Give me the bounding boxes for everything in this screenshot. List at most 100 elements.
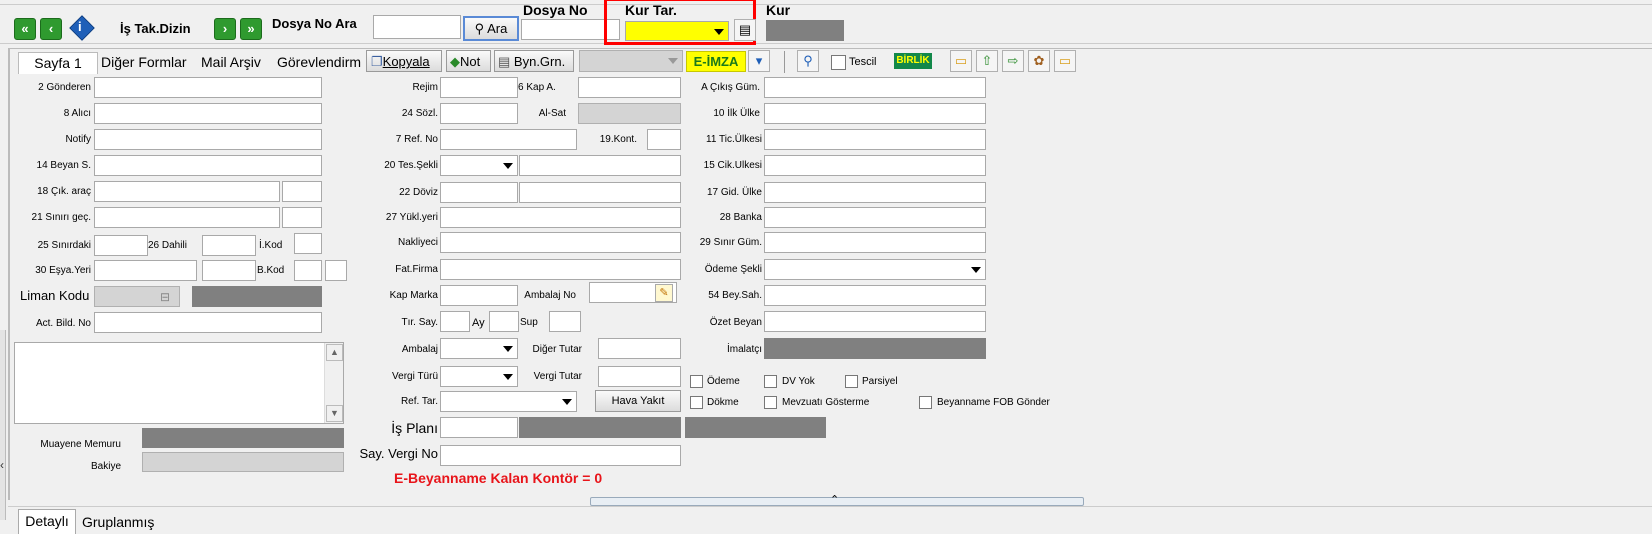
- dv-yok-checkbox[interactable]: [764, 375, 777, 388]
- left-scrollbar[interactable]: [0, 330, 6, 520]
- ref-no-field[interactable]: [440, 129, 577, 150]
- chevron-up-icon[interactable]: ⌃: [830, 494, 839, 506]
- ilk-ulke-field[interactable]: [764, 103, 986, 124]
- rejim-field[interactable]: [440, 77, 518, 98]
- beyanname-fob-gonder-checkbox[interactable]: [919, 396, 932, 409]
- cik-arac-code-field[interactable]: [282, 181, 322, 202]
- folder-export-icon[interactable]: ⇨: [1002, 50, 1024, 72]
- notes-textarea[interactable]: [14, 342, 344, 424]
- hava-yakit-button[interactable]: Hava Yakıt: [595, 390, 681, 412]
- liman-kodu-spinner-icon[interactable]: ⊟: [160, 290, 176, 304]
- tic-ulkesi-field[interactable]: [764, 129, 986, 150]
- scroll-down-icon[interactable]: ▼: [326, 405, 343, 422]
- prev-record-icon[interactable]: ‹: [40, 18, 62, 40]
- parsiyel-checkbox[interactable]: [845, 375, 858, 388]
- calendar-icon[interactable]: ▤: [734, 19, 756, 41]
- yukl-yeri-field[interactable]: [440, 207, 681, 228]
- tes-sekli-dropdown[interactable]: [440, 155, 518, 176]
- folder-open-icon[interactable]: ▭: [950, 50, 972, 72]
- first-record-icon[interactable]: «: [14, 18, 36, 40]
- odeme-checkbox[interactable]: [690, 375, 703, 388]
- vergi-tutar-field[interactable]: [598, 366, 681, 387]
- byn-grn-button[interactable]: ▤ Byn.Grn.: [494, 50, 574, 72]
- kont-field[interactable]: [647, 129, 681, 150]
- cikis-gum-field[interactable]: [764, 77, 986, 98]
- act-bild-no-field[interactable]: [94, 312, 322, 333]
- notes-scrollbar[interactable]: ▲ ▼: [324, 343, 343, 423]
- ay-field[interactable]: [489, 311, 519, 332]
- tab-mail-arsiv[interactable]: Mail Arşiv: [201, 54, 261, 70]
- tab-gruplanmis[interactable]: Gruplanmış: [82, 514, 154, 530]
- fat-firma-label: Fat.Firma: [395, 264, 438, 275]
- ozet-beyan-field[interactable]: [764, 311, 986, 332]
- tab-sayfa-1[interactable]: Sayfa 1: [18, 52, 98, 74]
- edit-pencil-icon[interactable]: ✎: [655, 284, 673, 302]
- beyan-s-field[interactable]: [94, 155, 322, 176]
- scroll-up-icon[interactable]: ▲: [326, 344, 343, 361]
- last-record-icon[interactable]: »: [240, 18, 262, 40]
- gid-ulke-label: 17 Gid. Ülke: [706, 187, 762, 198]
- tir-say-field[interactable]: [440, 311, 470, 332]
- dokme-checkbox[interactable]: [690, 396, 703, 409]
- tab-diger-formlar[interactable]: Diğer Formlar: [101, 54, 187, 70]
- tes-sekli-desc-field[interactable]: [519, 155, 681, 176]
- is-plani-field[interactable]: [440, 417, 518, 438]
- not-label: Not: [460, 54, 481, 69]
- sinir-gec-code-field[interactable]: [282, 207, 322, 228]
- form-type-dropdown[interactable]: [579, 50, 683, 72]
- usb-key-icon[interactable]: ▾: [748, 50, 770, 72]
- dahili-field[interactable]: [202, 235, 256, 256]
- fat-firma-field[interactable]: [440, 259, 681, 280]
- gonderen-field[interactable]: [94, 77, 322, 98]
- cik-arac-field[interactable]: [94, 181, 280, 202]
- preview-icon[interactable]: ⚲: [797, 50, 819, 72]
- sinirdaki-label: 25 Sınırdaki: [37, 240, 91, 251]
- say-vergi-no-field[interactable]: [440, 445, 681, 466]
- kopyala-button[interactable]: ❐Kopyala: [366, 50, 442, 72]
- kur-tar-dropdown[interactable]: [625, 21, 729, 41]
- muayene-memuru-label: Muayene Memuru: [40, 439, 121, 450]
- kap-marka-field[interactable]: [440, 285, 518, 306]
- not-button[interactable]: ◆Not: [446, 50, 491, 72]
- doviz-desc-field[interactable]: [519, 182, 681, 203]
- odeme-sekli-dropdown[interactable]: [764, 259, 986, 280]
- folder-settings-icon[interactable]: ✿: [1028, 50, 1050, 72]
- ref-tar-dropdown[interactable]: [440, 391, 577, 412]
- esya-yeri-code-field[interactable]: [202, 260, 256, 281]
- dosya-no-search-input[interactable]: [373, 15, 461, 39]
- e-imza-button[interactable]: E-İMZA: [686, 51, 746, 72]
- sinir-gec-field[interactable]: [94, 207, 280, 228]
- sup-field[interactable]: [549, 311, 581, 332]
- bey-sah-field[interactable]: [764, 285, 986, 306]
- folder-upload-icon[interactable]: ⇧: [976, 50, 998, 72]
- vergi-turu-dropdown[interactable]: [440, 366, 518, 387]
- birlik-logo[interactable]: BİRLİK: [894, 53, 932, 69]
- yukl-yeri-label: 27 Yükl.yeri: [385, 212, 438, 223]
- gid-ulke-field[interactable]: [764, 182, 986, 203]
- kap-a-field[interactable]: [578, 77, 681, 98]
- folder-icon[interactable]: ▭: [1054, 50, 1076, 72]
- sozl-field[interactable]: [440, 103, 518, 124]
- sinirdaki-field[interactable]: [94, 235, 148, 256]
- bkod-field[interactable]: [294, 260, 322, 281]
- cik-ulkesi-field[interactable]: [764, 155, 986, 176]
- ambalaj-dropdown[interactable]: [440, 338, 518, 359]
- ikod-field[interactable]: [294, 233, 322, 254]
- mevzuati-gosterme-checkbox[interactable]: [764, 396, 777, 409]
- notify-field[interactable]: [94, 129, 322, 150]
- nakliyeci-field[interactable]: [440, 232, 681, 253]
- ozet-beyan-label: Özet Beyan: [709, 317, 762, 328]
- sinir-gum-field[interactable]: [764, 232, 986, 253]
- doviz-field[interactable]: [440, 182, 518, 203]
- banka-field[interactable]: [764, 207, 986, 228]
- bkod-extra-field[interactable]: [325, 260, 347, 281]
- ara-button[interactable]: ⚲ Ara: [463, 16, 519, 41]
- tescil-checkbox[interactable]: [831, 55, 846, 70]
- tab-detayli[interactable]: Detaylı: [18, 509, 76, 534]
- alici-field[interactable]: [94, 103, 322, 124]
- next-record-icon[interactable]: ›: [214, 18, 236, 40]
- diger-tutar-field[interactable]: [598, 338, 681, 359]
- esya-yeri-field[interactable]: [94, 260, 197, 281]
- left-collapse-icon[interactable]: ‹: [0, 458, 4, 472]
- tab-gorevlendirme[interactable]: Görevlendirm: [277, 54, 363, 70]
